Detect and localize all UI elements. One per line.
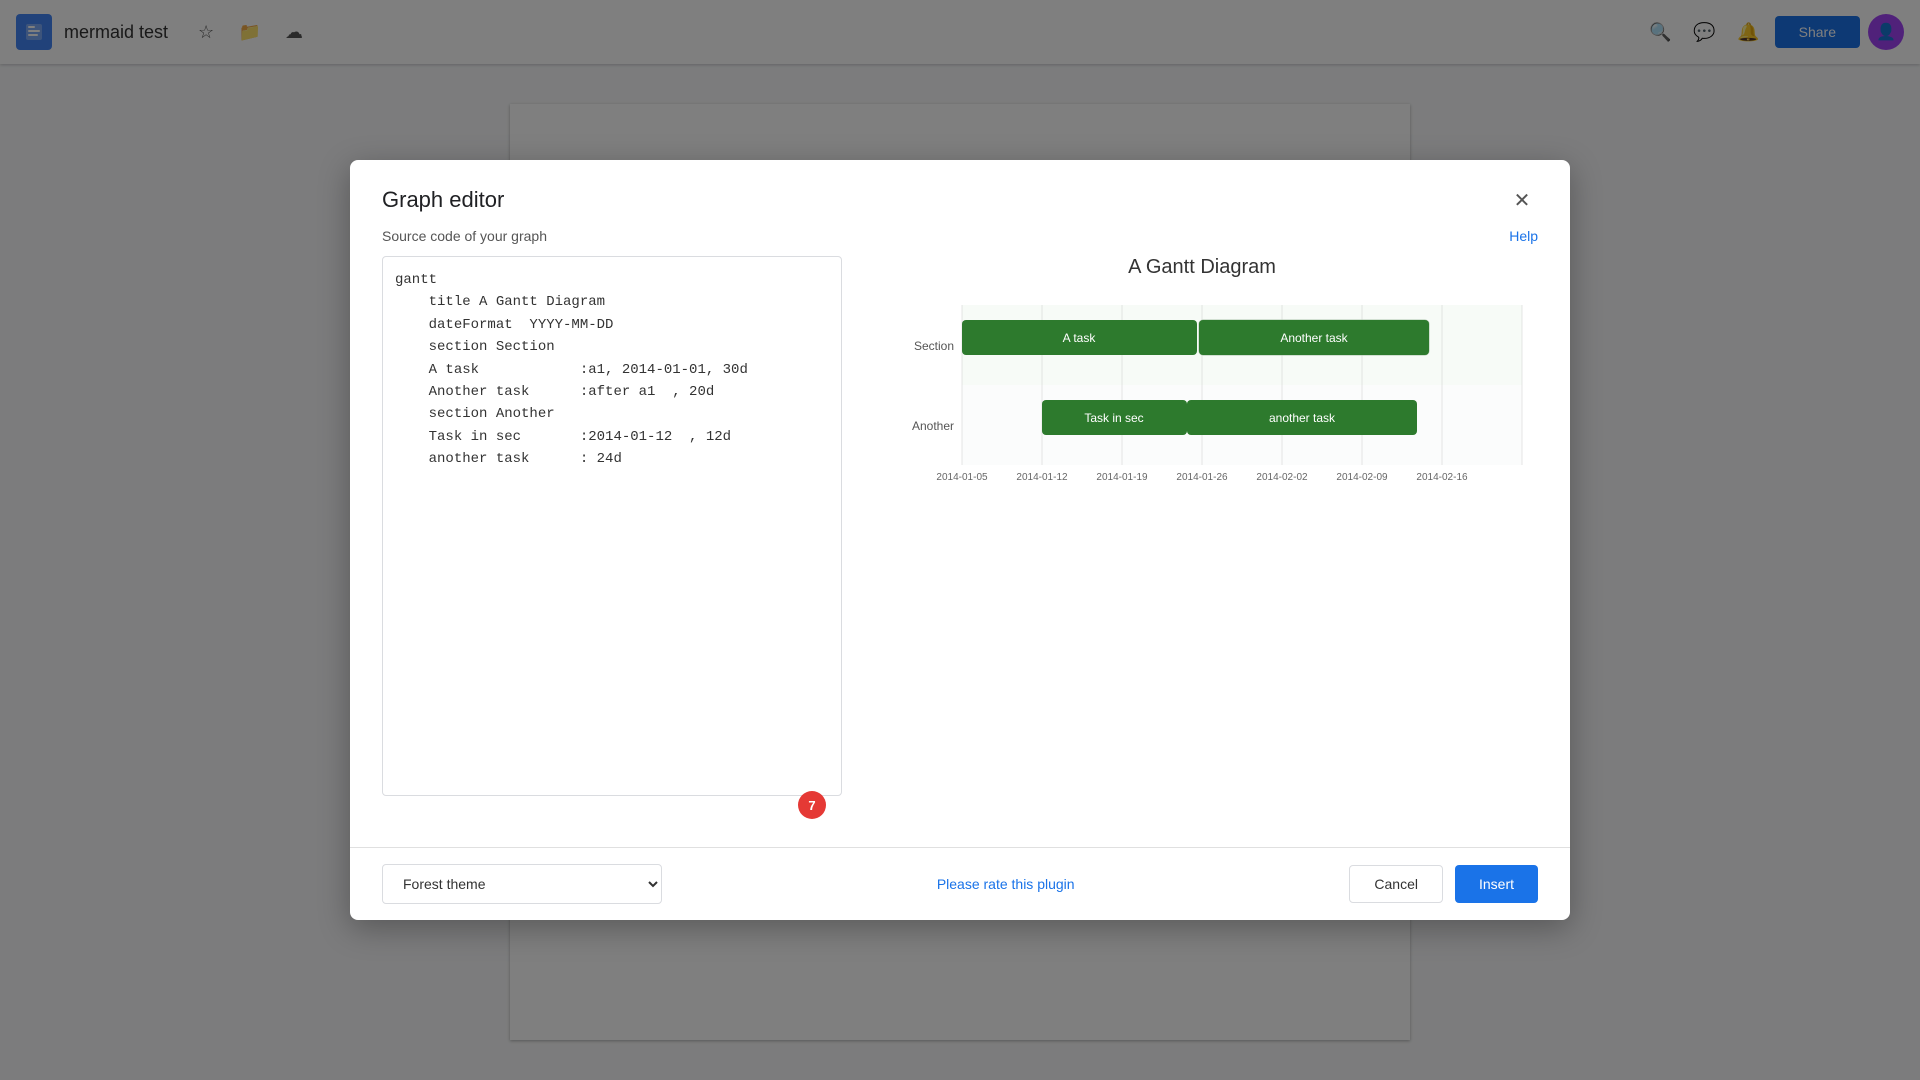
- help-link[interactable]: Help: [1509, 228, 1538, 244]
- footer-buttons: Cancel Insert: [1349, 865, 1538, 903]
- svg-text:2014-02-16: 2014-02-16: [1416, 472, 1468, 483]
- cancel-button[interactable]: Cancel: [1349, 865, 1443, 903]
- dialog-title: Graph editor: [382, 187, 504, 213]
- line-count-badge: 7: [798, 791, 826, 819]
- svg-text:Task in sec: Task in sec: [1084, 411, 1143, 425]
- svg-text:Another: Another: [912, 419, 954, 433]
- modal-overlay: Graph editor ✕ Source code of your graph…: [0, 0, 1920, 1080]
- svg-text:another task: another task: [1269, 411, 1336, 425]
- close-button[interactable]: ✕: [1506, 184, 1538, 216]
- graph-editor-dialog: Graph editor ✕ Source code of your graph…: [350, 160, 1570, 920]
- dialog-footer: Forest theme Default theme Dark theme Ne…: [350, 847, 1570, 920]
- svg-text:Section: Section: [914, 339, 954, 353]
- code-editor-wrap: gantt title A Gantt Diagram dateFormat Y…: [382, 256, 842, 835]
- gantt-title: A Gantt Diagram: [1128, 256, 1276, 279]
- code-editor[interactable]: gantt title A Gantt Diagram dateFormat Y…: [382, 256, 842, 796]
- svg-text:2014-01-12: 2014-01-12: [1016, 472, 1068, 483]
- theme-select[interactable]: Forest theme Default theme Dark theme Ne…: [382, 864, 662, 904]
- svg-text:A task: A task: [1063, 331, 1097, 345]
- dialog-header: Graph editor ✕: [350, 160, 1570, 228]
- svg-text:2014-01-19: 2014-01-19: [1096, 472, 1148, 483]
- svg-text:2014-01-05: 2014-01-05: [936, 472, 988, 483]
- svg-text:2014-01-26: 2014-01-26: [1176, 472, 1228, 483]
- theme-select-wrap: Forest theme Default theme Dark theme Ne…: [382, 864, 662, 904]
- dialog-subtitle: Source code of your graph: [382, 228, 547, 244]
- dialog-subtitle-row: Source code of your graph Help: [350, 228, 1570, 256]
- svg-text:2014-02-02: 2014-02-02: [1256, 472, 1308, 483]
- gantt-preview: A Gantt Diagram: [866, 256, 1538, 835]
- insert-button[interactable]: Insert: [1455, 865, 1538, 903]
- gantt-chart-svg: Section Another A task Another task Anot…: [866, 295, 1538, 495]
- svg-text:Another task: Another task: [1280, 331, 1348, 345]
- svg-text:2014-02-09: 2014-02-09: [1336, 472, 1388, 483]
- dialog-body: gantt title A Gantt Diagram dateFormat Y…: [350, 256, 1570, 835]
- rate-plugin-link[interactable]: Please rate this plugin: [937, 876, 1075, 892]
